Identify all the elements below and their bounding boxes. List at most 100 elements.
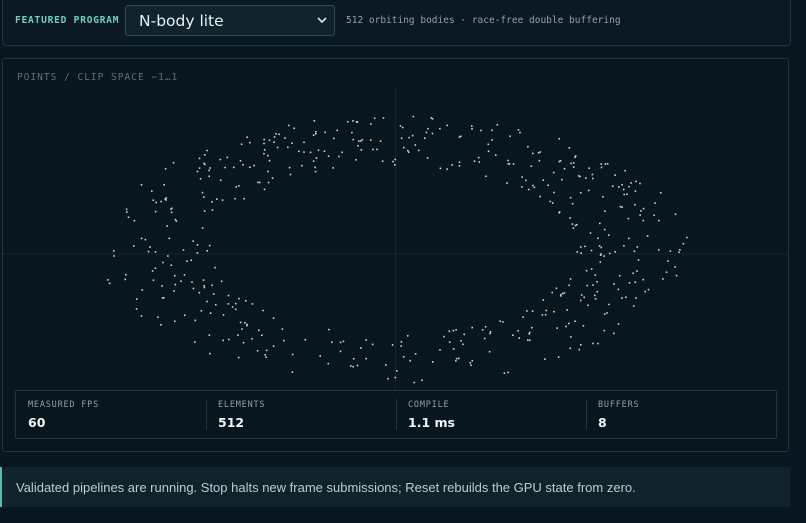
body-point [614, 251, 616, 253]
body-point [458, 136, 461, 138]
body-point [231, 306, 234, 308]
body-point [396, 370, 398, 372]
body-point [391, 344, 394, 346]
body-point [235, 302, 237, 305]
body-point [608, 234, 610, 236]
body-point [508, 163, 511, 165]
body-point [365, 357, 367, 360]
body-point [209, 352, 211, 355]
program-select[interactable]: N-body lite [125, 5, 335, 36]
body-point [400, 137, 403, 140]
body-point [249, 166, 251, 168]
body-point [603, 255, 605, 257]
body-point [309, 151, 312, 154]
body-point [288, 166, 291, 169]
body-point [291, 353, 294, 356]
body-point [267, 181, 270, 184]
body-point [196, 252, 199, 254]
body-point [572, 162, 575, 164]
body-point [206, 250, 208, 252]
body-point [303, 151, 305, 153]
body-point [635, 180, 637, 183]
body-point [561, 178, 563, 181]
body-point [164, 198, 166, 200]
body-point [509, 135, 511, 137]
body-point [107, 279, 109, 281]
body-point [170, 264, 173, 266]
body-point [446, 124, 448, 127]
body-point [203, 210, 206, 212]
body-point [488, 350, 491, 353]
body-point [133, 219, 136, 222]
body-point [198, 157, 201, 160]
body-point [174, 283, 177, 286]
body-point [355, 121, 358, 123]
body-point [539, 151, 542, 153]
body-point [240, 143, 243, 145]
body-point [580, 252, 582, 254]
body-point [591, 173, 594, 176]
body-point [572, 166, 575, 168]
body-point [127, 216, 130, 218]
body-point [256, 350, 259, 352]
body-point [669, 250, 672, 252]
stat-label: BUFFERS [598, 400, 640, 410]
body-point [542, 299, 545, 301]
body-point [373, 117, 376, 120]
body-point [382, 117, 385, 119]
body-point [606, 312, 608, 314]
body-point [596, 290, 599, 293]
body-point [194, 319, 197, 322]
body-point [675, 274, 678, 277]
body-point [521, 176, 523, 178]
body-point [542, 179, 545, 181]
body-point [324, 131, 326, 134]
body-point [632, 272, 634, 275]
body-point [331, 341, 333, 344]
body-point [263, 188, 266, 191]
body-point [407, 335, 409, 337]
body-point [313, 120, 316, 122]
body-point [242, 163, 244, 166]
body-point [545, 309, 548, 312]
body-point [346, 120, 349, 123]
body-point [557, 356, 560, 358]
body-point [507, 371, 509, 374]
body-point [315, 131, 317, 133]
body-point [352, 358, 355, 360]
body-point [251, 303, 254, 305]
body-point [196, 170, 199, 173]
body-point [141, 289, 144, 291]
body-point [206, 149, 208, 152]
body-point [108, 282, 111, 285]
body-point [191, 281, 193, 283]
body-point [608, 303, 610, 306]
body-point [531, 310, 534, 312]
body-point [338, 155, 340, 158]
body-point [332, 167, 334, 169]
body-point [216, 198, 218, 200]
body-point [352, 138, 354, 141]
body-point [234, 308, 237, 311]
body-point [186, 260, 188, 262]
body-point [263, 138, 265, 141]
body-point [592, 284, 594, 286]
body-point [288, 124, 290, 127]
body-point [622, 188, 625, 191]
body-point [135, 298, 138, 300]
stat-fps: MEASURED FPS 60 [16, 391, 206, 438]
body-point [686, 236, 688, 239]
body-point [458, 161, 461, 164]
body-point [489, 331, 492, 333]
body-point [588, 167, 590, 169]
body-point [598, 245, 601, 247]
body-point [483, 337, 486, 340]
body-point [234, 197, 236, 200]
body-point [379, 140, 382, 142]
body-point [491, 139, 493, 141]
body-point [590, 249, 593, 252]
body-point [569, 347, 572, 350]
body-point [211, 201, 213, 203]
body-point [199, 178, 202, 180]
body-point [154, 251, 157, 253]
